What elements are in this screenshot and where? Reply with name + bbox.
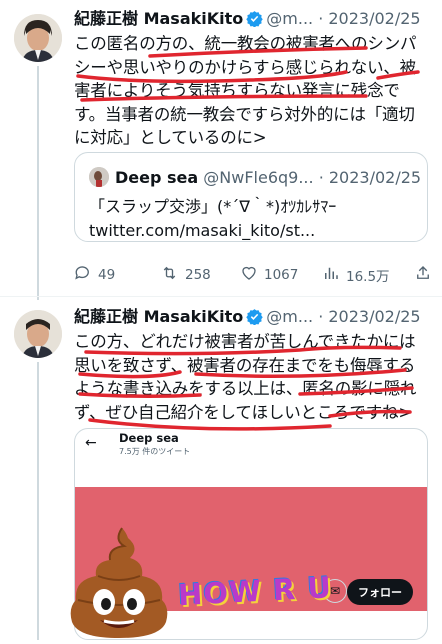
quoted-tweet-body: 「スラップ交渉」(*´∇｀*)ｵﾂｶﾚｻﾏｰ twitter.com/masak… [89, 195, 419, 243]
author-handle[interactable]: @m... [266, 307, 313, 326]
like-button[interactable]: 1067 [240, 264, 298, 286]
retweet-icon [160, 264, 179, 286]
share-icon [414, 264, 432, 286]
retweet-count: 258 [185, 267, 211, 283]
author-avatar[interactable] [14, 310, 62, 358]
views-chart-icon [322, 264, 340, 286]
quoted-text-line: 「スラップ交渉」(*´∇｀*)ｵﾂｶﾚｻﾏｰ [89, 197, 337, 216]
tweet-header: 紀藤正樹 MasakiKito @m... · 2023/02/25 [74, 6, 421, 32]
author-handle[interactable]: @m... [266, 9, 313, 28]
views-button[interactable]: 16.5万 [322, 264, 390, 286]
heart-icon [240, 264, 258, 286]
dot-separator: · [313, 9, 329, 28]
tweet-divider [0, 296, 442, 297]
follow-button[interactable]: フォロー [347, 579, 413, 605]
reply-icon [74, 264, 92, 286]
author-name[interactable]: 紀藤正樹 MasakiKito [74, 9, 243, 28]
tweet-text: この方、どれだけ被害者が苦しんできたかには思いを致さず、被害者の存在までをも侮辱… [74, 332, 417, 422]
tweet-date[interactable]: 2023/02/25 [328, 9, 420, 28]
retweet-button[interactable]: 258 [160, 264, 211, 286]
view-count: 16.5万 [346, 269, 390, 285]
author-name[interactable]: 紀藤正樹 MasakiKito [74, 307, 243, 326]
quoted-author-name[interactable]: Deep sea [115, 168, 198, 187]
quoted-tweet-header: Deep sea @NwFle6q9... · 2023/02/25 [89, 167, 421, 187]
like-count: 1067 [264, 267, 299, 283]
quoted-tweet-date[interactable]: 2023/02/25 [329, 168, 421, 187]
tweet-text: この匿名の方の、統一教会の被害者へのシンパシーや思いやりのかけらすら感じられない… [74, 34, 417, 147]
quoted-author-handle[interactable]: @NwFle6q9... [203, 168, 313, 187]
quoted-tweet[interactable]: Deep sea @NwFle6q9... · 2023/02/25 「スラップ… [74, 152, 428, 242]
card-profile-name: Deep sea [119, 431, 179, 445]
quoted-avatar [89, 167, 109, 187]
back-arrow-icon[interactable]: ← [85, 435, 97, 451]
author-avatar[interactable] [14, 14, 62, 62]
tweet-date[interactable]: 2023/02/25 [328, 307, 420, 326]
reply-button[interactable]: 49 [74, 264, 115, 286]
reply-count: 49 [98, 267, 116, 283]
share-button[interactable] [414, 264, 432, 286]
tweet-1[interactable]: 紀藤正樹 MasakiKito @m... · 2023/02/25 この匿名の方… [0, 0, 442, 300]
poop-emoji-icon [64, 524, 174, 640]
thread-connector [37, 66, 39, 300]
thread-connector [37, 362, 39, 640]
tweet-header: 紀藤正樹 MasakiKito @m... · 2023/02/25 [74, 304, 421, 330]
quoted-link[interactable]: twitter.com/masaki_kito/st... [89, 219, 419, 243]
card-tweet-count: 7.5万 件のツイート [119, 447, 191, 456]
action-bar: 49 258 1067 16.5万 [74, 264, 434, 286]
